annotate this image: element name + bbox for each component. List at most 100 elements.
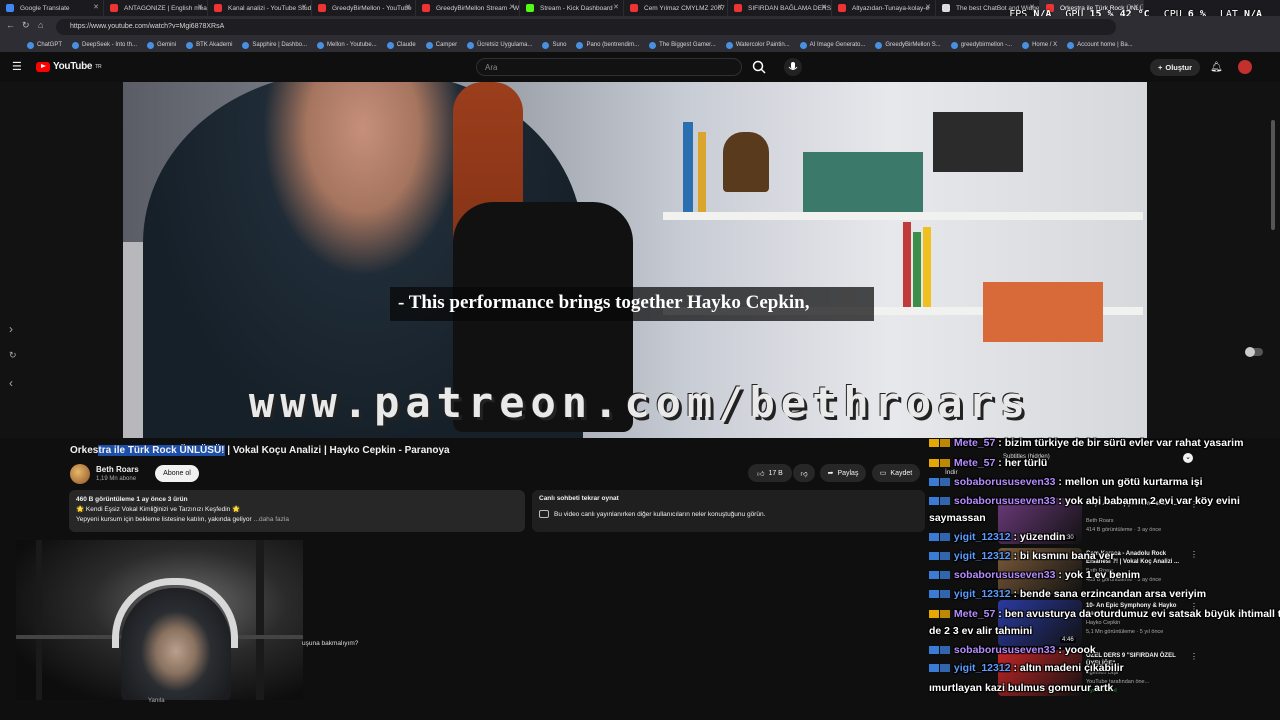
browser-tab[interactable]: Kanal analizi - YouTube Studi ✕ [208,0,312,16]
tab-favicon-icon [318,4,326,12]
close-tab-icon[interactable]: ✕ [613,3,619,11]
live-chat-replay-box[interactable]: Canlı sohbeti tekrar oynat Bu video canl… [532,490,925,532]
close-tab-icon[interactable]: ✕ [821,3,827,11]
recommended-channel[interactable]: Beth Roars [1086,518,1114,524]
address-bar-row: ← ↻ ⌂ https://www.youtube.com/watch?v=Mg… [0,16,1280,38]
chat-badge-icon [929,439,939,448]
bookmark-item[interactable]: DeepSeek - Into th... [67,38,142,52]
close-tab-icon[interactable]: ✕ [405,3,411,11]
autoplay-toggle[interactable] [1245,347,1263,357]
chat-badge-icon [940,590,950,599]
description-box[interactable]: 460 B görüntüleme 1 ay önce 3 ürün 🌟 Ken… [69,490,525,532]
refresh-icon[interactable]: ↻ [9,350,17,361]
chat-username[interactable]: yigit_12312 [954,531,1011,543]
chat-text: mellon un götü kurtarma işi [1064,476,1203,488]
youtube-logo[interactable]: YouTube TR [36,61,102,72]
close-tab-icon[interactable]: ✕ [197,3,203,11]
channel-avatar[interactable] [70,464,90,484]
menu-icon[interactable]: ☰ [12,60,22,73]
close-tab-icon[interactable]: ✕ [93,3,99,11]
more-options-icon[interactable]: ⋮ [1190,550,1198,559]
download-button[interactable]: İndir [945,469,958,476]
bookmark-item[interactable]: Suno [537,38,571,52]
bookmark-item[interactable]: The Biggest Gamer... [644,38,721,52]
close-tab-icon[interactable]: ✕ [717,3,723,11]
bookmark-item[interactable]: Home / X [1017,38,1062,52]
browser-tab[interactable]: SIFIRDAN BAĞLAMA DERSLE ✕ [728,0,832,16]
account-avatar[interactable] [1238,60,1252,74]
chat-username[interactable]: yigit_12312 [954,550,1011,562]
bookmark-item[interactable]: Mellon - Youtube... [312,38,382,52]
search-button[interactable] [745,58,773,76]
notifications-bell-icon[interactable]: 🔔︎ [1210,62,1223,73]
bookmark-item[interactable]: Claude [382,38,421,52]
search-input[interactable]: Ara [476,58,742,76]
comment-text: uşuna bakmalıyım? [302,640,359,647]
reply-label[interactable]: Yanıla [148,698,165,704]
chat-username[interactable]: sobaborususeven33 [954,569,1056,581]
home-icon[interactable]: ⌂ [38,20,43,30]
bookmark-item[interactable]: Ücretsiz Uygulama... [462,38,537,52]
bookmark-item[interactable]: BTK Akademi [181,38,237,52]
bookmark-item[interactable]: ChatGPT [22,38,67,52]
recommended-views: 5,1 Mn görüntüleme · 5 yıl önce [1086,629,1164,635]
thumbs-up-icon: 👍︎ [757,470,765,478]
browser-tab[interactable]: ANTAGONIZE | English mea ✕ [104,0,208,16]
bookmark-item[interactable]: Sapphire | Dashbo... [237,38,312,52]
browser-tab[interactable]: Altyazıdan-Tunaya-kolay-e ✕ [832,0,936,16]
recommended-channel[interactable]: Hayko Cepkin [1086,620,1120,626]
close-tab-icon[interactable]: ✕ [509,3,515,11]
browser-tab[interactable]: Google Translate ✕ [0,0,104,16]
save-icon: ▭ [879,470,887,477]
bookmark-item[interactable]: GreedyBirMellon S... [870,38,945,52]
bookmark-item[interactable]: Gemini [142,38,181,52]
chat-username[interactable]: sobaborususeven33 [954,644,1056,656]
subscribe-button[interactable]: Abone ol [155,465,199,482]
chat-message: Mete_57 : ben avusturya da oturdumuz evi… [929,608,1280,620]
chat-username[interactable]: sobaborususeven33 [954,495,1056,507]
dislike-button[interactable]: 👎︎ [793,464,815,482]
channel-name[interactable]: Beth Roars [96,465,139,474]
chat-username[interactable]: yigit_12312 [954,662,1011,674]
browser-tab[interactable]: GreedyBirMellon Stream - W ✕ [416,0,520,16]
chat-username[interactable]: Mete_57 [954,457,995,469]
recommended-video[interactable]: 4:46 10- An Epic Symphony & Hayko Cepkin H… [998,600,1228,646]
voice-search-button[interactable] [784,58,802,76]
chat-username[interactable]: Mete_57 [954,437,995,449]
back-icon[interactable]: ← [6,20,15,30]
chat-username[interactable]: yigit_12312 [954,588,1011,600]
more-options-icon[interactable]: ⋮ [1190,652,1198,661]
bookmark-item[interactable]: Account home | Ba... [1062,38,1138,52]
save-button[interactable]: ▭ Kaydet [872,464,920,482]
browser-tab[interactable]: Cem Yılmaz CMYLMZ 2007 ✕ [624,0,728,16]
bookmark-item[interactable]: AI Image Generato... [795,38,871,52]
bookmark-favicon-icon [317,41,325,49]
create-button[interactable]: + Oluştur [1150,59,1201,76]
like-button[interactable]: 👍︎ 17 B [748,464,792,482]
scrollbar[interactable] [1271,120,1275,230]
chevron-right-icon[interactable]: › [9,322,13,336]
chat-text: de 2 3 ev alir tahmini [929,625,1033,637]
bookmark-item[interactable]: greedybirmellon -... [946,38,1017,52]
chat-badge-icon [929,664,939,673]
close-tab-icon[interactable]: ✕ [925,3,931,11]
show-more-link[interactable]: ...daha fazla [254,516,289,523]
browser-tab[interactable]: Stream - Kick Dashboard ✕ [520,0,624,16]
chat-badge-icon [940,439,950,448]
close-tab-icon[interactable]: ✕ [301,3,307,11]
share-icon: ➦ [827,470,834,477]
share-button[interactable]: ➦ Paylaş [820,464,866,482]
chat-message: sobaborususeven33 : mellon un götü kurta… [929,476,1203,488]
bookmark-item[interactable]: Watercolor Paintin... [721,38,795,52]
chevron-down-icon[interactable]: ⌄ [1183,453,1193,463]
chat-text: ben avusturya da oturdumuz evi satsak bü… [1004,608,1280,620]
chat-username[interactable]: sobaborususeven33 [954,476,1056,488]
reload-icon[interactable]: ↻ [22,20,30,31]
chat-text: yok 1 ev benim [1064,569,1141,581]
chevron-left-icon[interactable]: ‹ [9,376,13,390]
url-field[interactable]: https://www.youtube.com/watch?v=Mgi6878X… [56,19,1116,35]
bookmark-item[interactable]: Pano (bentrendim... [571,38,644,52]
browser-tab[interactable]: GreedyBirMellon - YouTube ✕ [312,0,416,16]
bookmark-item[interactable]: Camper [421,38,462,52]
chat-username[interactable]: Mete_57 [954,608,995,620]
